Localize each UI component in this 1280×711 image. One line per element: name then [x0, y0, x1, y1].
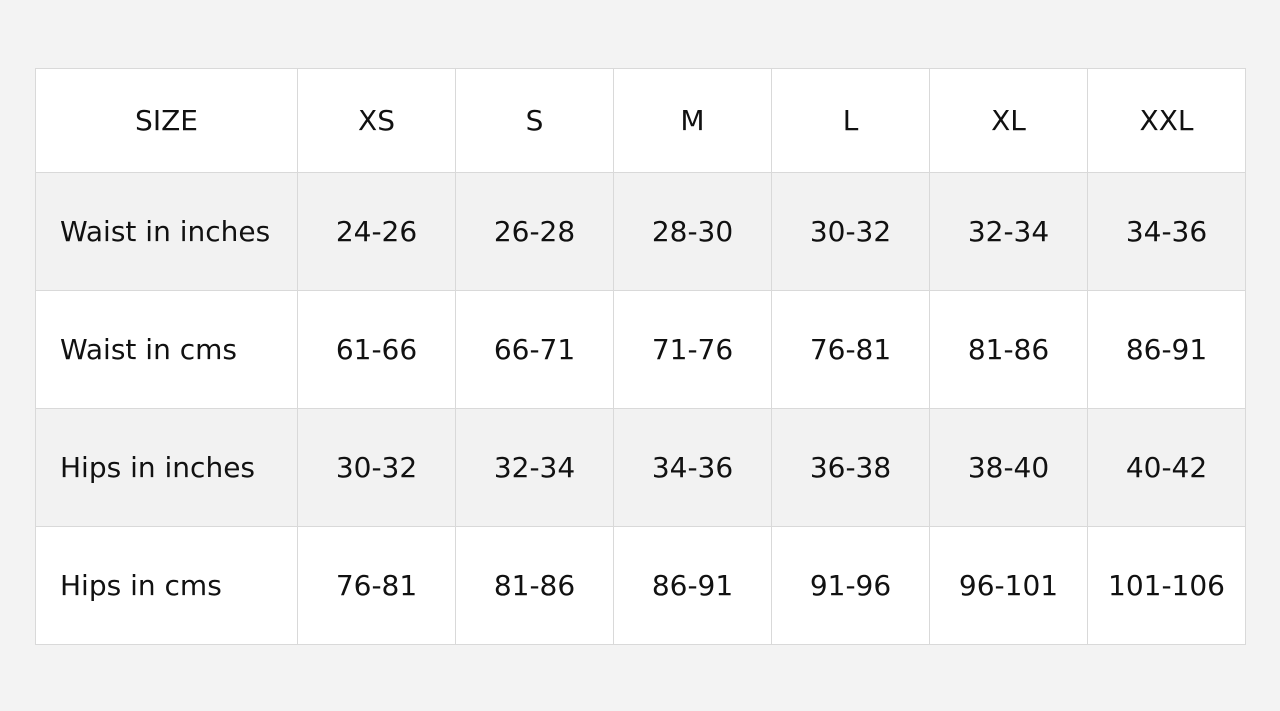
- header-size-l: L: [771, 68, 930, 173]
- row-label: Hips in inches: [35, 408, 298, 527]
- table-cell: 34-36: [613, 408, 772, 527]
- row-label: Hips in cms: [35, 526, 298, 645]
- table-cell: 32-34: [455, 408, 614, 527]
- table-cell: 34-36: [1087, 172, 1246, 291]
- table-cell: 32-34: [929, 172, 1088, 291]
- table-cell: 91-96: [771, 526, 930, 645]
- table-cell: 24-26: [297, 172, 456, 291]
- table-cell: 30-32: [771, 172, 930, 291]
- table-cell: 61-66: [297, 290, 456, 409]
- header-size-xl: XL: [929, 68, 1088, 173]
- table-row: Waist in cms 61-66 66-71 71-76 76-81 81-86 86-…: [35, 290, 1246, 409]
- header-size-label: SIZE: [35, 68, 298, 173]
- table-cell: 81-86: [929, 290, 1088, 409]
- header-size-s: S: [455, 68, 614, 173]
- table-cell: 66-71: [455, 290, 614, 409]
- table-cell: 40-42: [1087, 408, 1246, 527]
- header-row: SIZE XS S M L XL XXL: [35, 68, 1246, 173]
- table-cell: 86-91: [1087, 290, 1246, 409]
- size-chart-table: SIZE XS S M L XL XXL Waist in inches 24-26 26-28 2…: [35, 68, 1246, 645]
- header-size-xs: XS: [297, 68, 456, 173]
- table-cell: 28-30: [613, 172, 772, 291]
- table-cell: 96-101: [929, 526, 1088, 645]
- table-row: Hips in inches 30-32 32-34 34-36 36-38 38-40 4…: [35, 408, 1246, 527]
- row-label: Waist in cms: [35, 290, 298, 409]
- table-cell: 81-86: [455, 526, 614, 645]
- table-cell: 71-76: [613, 290, 772, 409]
- header-size-xxl: XXL: [1087, 68, 1246, 173]
- table-row: Waist in inches 24-26 26-28 28-30 30-32 32-34…: [35, 172, 1246, 291]
- table-cell: 76-81: [771, 290, 930, 409]
- table-cell: 30-32: [297, 408, 456, 527]
- table-cell: 38-40: [929, 408, 1088, 527]
- table-cell: 101-106: [1087, 526, 1246, 645]
- header-size-m: M: [613, 68, 772, 173]
- table-row: Hips in cms 76-81 81-86 86-91 91-96 96-101 101…: [35, 526, 1246, 645]
- table-cell: 36-38: [771, 408, 930, 527]
- table-cell: 26-28: [455, 172, 614, 291]
- table-cell: 76-81: [297, 526, 456, 645]
- row-label: Waist in inches: [35, 172, 298, 291]
- table-cell: 86-91: [613, 526, 772, 645]
